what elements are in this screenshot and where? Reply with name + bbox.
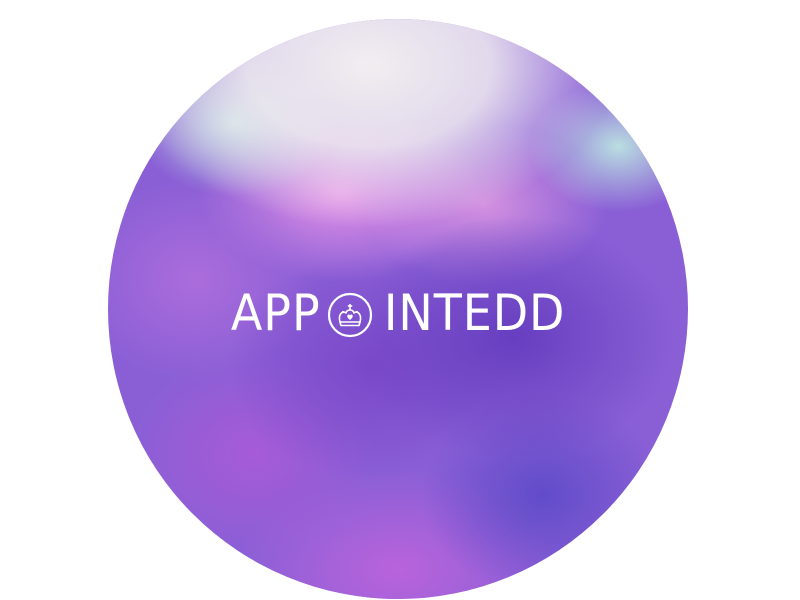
- logo-text-app: APP: [230, 284, 321, 342]
- logo-text-intedd: INTEDD: [384, 284, 566, 342]
- canvas: APP INTEDD: [0, 0, 800, 600]
- brand-logo: APP INTEDD: [0, 283, 800, 343]
- crown-in-circle-icon: [328, 292, 373, 338]
